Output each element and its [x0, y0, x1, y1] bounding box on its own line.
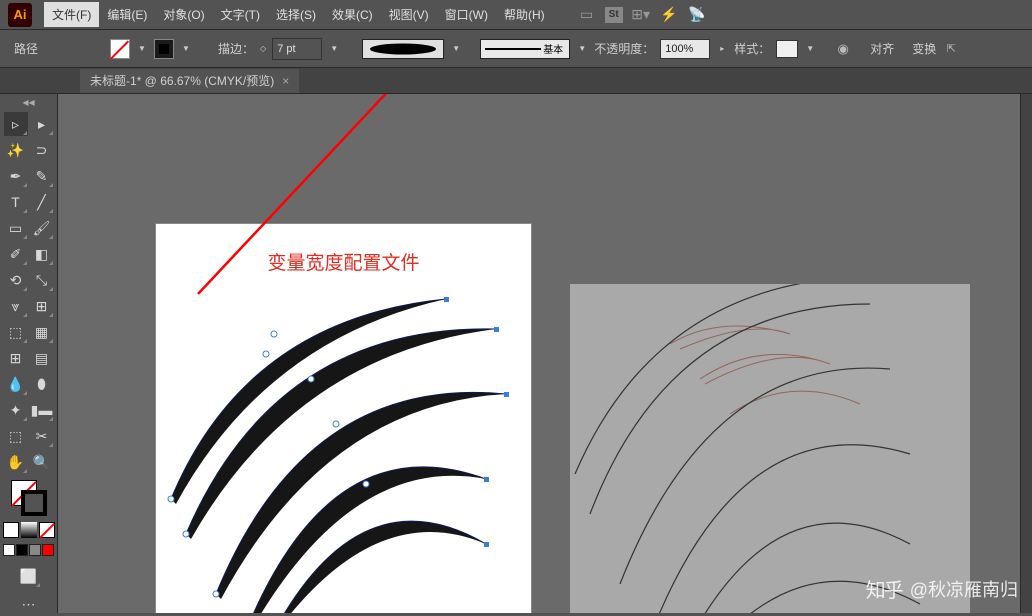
screen-mode-presentation[interactable] [29, 544, 41, 556]
canvas-area[interactable]: 变量宽度配置文件 [58, 94, 1020, 613]
menu-edit[interactable]: 编辑(E) [99, 2, 155, 27]
menu-view[interactable]: 视图(V) [381, 2, 437, 27]
shape-builder-tool[interactable]: ⬚ [4, 320, 28, 344]
edit-toolbar[interactable]: ⋯ [17, 592, 41, 616]
tab-title: 未标题-1* @ 66.67% (CMYK/预览) [90, 72, 274, 89]
menu-object[interactable]: 对象(O) [155, 2, 212, 27]
sync-icon[interactable]: 📡 [687, 5, 707, 25]
brush-definition-dropdown[interactable]: 基本 [480, 39, 570, 59]
toolbox-panel: ◀◀ ▹▸ ✨⊃ ✒✎ T╱ ▭🖌 ✐◧ ⟲⤡ ⩔⊞ ⬚▦ ⊞▤ 💧⬮ ✦▮▬ … [0, 94, 58, 613]
lasso-tool[interactable]: ⊃ [30, 138, 54, 162]
shaper-tool[interactable]: ✐ [4, 242, 28, 266]
eyedropper-tool[interactable]: 💧 [4, 372, 28, 396]
width-tool[interactable]: ⩔ [4, 294, 28, 318]
menu-effect[interactable]: 效果(C) [324, 2, 381, 27]
graph-tool[interactable]: ▮▬ [30, 398, 54, 422]
symbol-sprayer-tool[interactable]: ✦ [4, 398, 28, 422]
rotate-tool[interactable]: ⟲ [4, 268, 28, 292]
reference-strokes [575, 284, 920, 613]
opacity-caret[interactable]: ▸ [716, 39, 728, 59]
align-label[interactable]: 对齐 [870, 40, 894, 57]
opacity-label: 不透明度： [594, 40, 654, 57]
mesh-tool[interactable]: ⊞ [4, 346, 28, 370]
free-transform-tool[interactable]: ⊞ [30, 294, 54, 318]
zoom-tool[interactable]: 🔍 [30, 450, 54, 474]
artboard-working: 变量宽度配置文件 [156, 224, 531, 613]
color-mode-fill[interactable] [3, 522, 19, 538]
selected-paths[interactable] [168, 297, 509, 613]
selection-tool[interactable]: ▹ [4, 112, 28, 136]
menu-window[interactable]: 窗口(W) [437, 2, 496, 27]
right-panel-collapsed[interactable] [1020, 94, 1032, 613]
gradient-tool[interactable]: ▤ [30, 346, 54, 370]
screen-mode-4[interactable] [42, 544, 54, 556]
screen-mode-full[interactable] [16, 544, 28, 556]
tab-close-icon[interactable]: × [282, 74, 289, 88]
layout-icon[interactable]: ▭ [577, 5, 597, 25]
recolor-icon[interactable]: ◉ [834, 40, 852, 58]
hand-tool[interactable]: ✋ [4, 450, 28, 474]
gpu-icon[interactable]: ⚡ [659, 5, 679, 25]
isolate-icon[interactable]: ⇱ [942, 40, 960, 58]
graphic-style-dropdown[interactable] [776, 40, 798, 58]
eraser-tool[interactable]: ◧ [30, 242, 54, 266]
width-profile-dropdown[interactable] [362, 39, 444, 59]
perspective-tool[interactable]: ▦ [30, 320, 54, 344]
stroke-dropdown[interactable]: ▼ [180, 39, 192, 59]
slice-tool[interactable]: ✂ [30, 424, 54, 448]
width-profile-caret[interactable]: ▼ [450, 39, 462, 59]
menu-file[interactable]: 文件(F) [44, 2, 99, 27]
pen-tool[interactable]: ✒ [4, 164, 28, 188]
type-tool[interactable]: T [4, 190, 28, 214]
document-tab[interactable]: 未标题-1* @ 66.67% (CMYK/预览) × [80, 69, 299, 93]
toolbox-collapse[interactable]: ◀◀ [2, 98, 55, 108]
fill-swatch[interactable] [110, 39, 130, 59]
paintbrush-tool[interactable]: 🖌 [30, 216, 54, 240]
stroke-weight-input[interactable]: 7 pt [272, 38, 322, 60]
stroke-label: 描边： [218, 40, 254, 57]
opacity-input[interactable]: 100% [660, 39, 710, 59]
watermark-author: @秋凉雁南归 [910, 576, 1018, 602]
artboard-tool[interactable]: ⬚ [4, 424, 28, 448]
line-tool[interactable]: ╱ [30, 190, 54, 214]
stroke-swatch[interactable] [154, 39, 174, 59]
watermark-logo: 知乎 [866, 574, 902, 603]
fill-stroke-indicator[interactable] [11, 480, 47, 516]
curvature-tool[interactable]: ✎ [30, 164, 54, 188]
blend-tool[interactable]: ⬮ [30, 372, 54, 396]
selection-type-label: 路径 [14, 40, 38, 57]
app-logo: Ai [8, 3, 32, 27]
brush-caret[interactable]: ▼ [576, 39, 588, 59]
direct-selection-tool[interactable]: ▸ [30, 112, 54, 136]
magic-wand-tool[interactable]: ✨ [4, 138, 28, 162]
fill-dropdown[interactable]: ▼ [136, 39, 148, 59]
color-mode-gradient[interactable] [21, 522, 37, 538]
stroke-decrease[interactable]: ◇ [260, 44, 266, 53]
stroke-weight-dropdown[interactable]: ▼ [328, 39, 340, 59]
arrange-icon[interactable]: ⊞▾ [631, 5, 651, 25]
color-mode-none[interactable] [39, 522, 55, 538]
transform-label[interactable]: 变换 [912, 40, 936, 57]
style-caret[interactable]: ▼ [804, 39, 816, 59]
stock-icon[interactable]: St [605, 7, 623, 23]
reference-image [570, 284, 970, 613]
draw-mode[interactable]: ⬜ [17, 564, 41, 588]
screen-mode-normal[interactable] [3, 544, 15, 556]
scale-tool[interactable]: ⤡ [30, 268, 54, 292]
menu-help[interactable]: 帮助(H) [496, 2, 553, 27]
style-label: 样式： [734, 40, 770, 57]
watermark: 知乎 @秋凉雁南归 [866, 574, 1018, 603]
menu-type[interactable]: 文字(T) [213, 2, 268, 27]
rectangle-tool[interactable]: ▭ [4, 216, 28, 240]
menu-select[interactable]: 选择(S) [268, 2, 324, 27]
